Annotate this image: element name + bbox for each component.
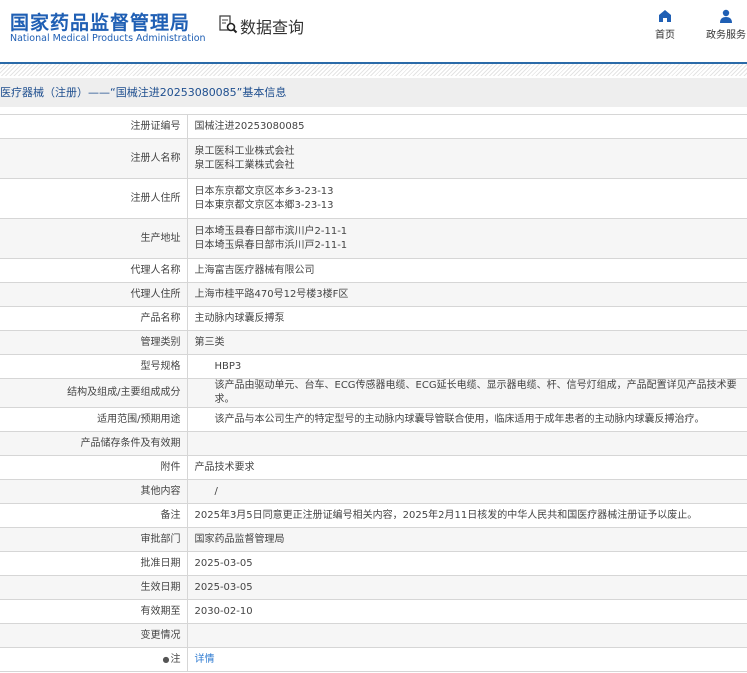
user-icon (720, 9, 732, 23)
value-line: HBP3 (214, 360, 242, 372)
pin-icon: ● (162, 654, 170, 664)
row-value: 国家药品监督管理局 (187, 527, 747, 552)
table-row: 产品名称 主动脉内球囊反搏泵 (0, 306, 747, 331)
row-value: 日本埼玉县春日部市滨川户2-11-1 日本埼玉県春日部市浜川戸2-11-1 (187, 218, 747, 259)
row-value (187, 431, 747, 456)
nav-government-services[interactable]: 政务服务 (706, 9, 746, 41)
row-value (187, 623, 747, 648)
row-label: 其他内容 (0, 479, 188, 504)
details-link[interactable]: 详情 (195, 654, 215, 665)
value-line: 泉工医科工业株式会社 (194, 145, 295, 157)
table-row: 变更情况 (0, 623, 747, 648)
row-label: 管理类别 (0, 330, 188, 355)
table-row: 审批部门 国家药品监督管理局 (0, 527, 747, 552)
row-label: 注册人名称 (0, 138, 188, 179)
value-line: 该产品与本公司生产的特定型号的主动脉内球囊导管联合使用，临床适用于成年患者的主动… (214, 413, 705, 425)
value-line: 该产品由驱动单元、台车、ECG传感器电缆、ECG延长电缆、显示器电缆、杆、信号灯… (214, 380, 737, 405)
document-search-icon (218, 14, 238, 38)
row-label: 注册证编号 (0, 114, 188, 139)
row-value: 产品技术要求 (187, 455, 747, 480)
table-row: 生效日期 2025-03-05 (0, 575, 747, 600)
value-line: 第三类 (194, 336, 225, 348)
row-value: 2025-03-05 (187, 551, 747, 576)
value-line: 2025-03-05 (194, 581, 253, 593)
value-line: 日本东京都文京区本乡3-23-13 (194, 185, 334, 197)
value-line: 上海富吉医疗器械有限公司 (194, 264, 315, 276)
row-value: 该产品由驱动单元、台车、ECG传感器电缆、ECG延长电缆、显示器电缆、杆、信号灯… (187, 378, 747, 408)
logo-subtitle: National Medical Products Administration (10, 33, 206, 44)
row-label: 适用范围/预期用途 (0, 407, 188, 432)
decorative-band (0, 64, 747, 76)
row-value: 上海市桂平路470号12号楼3楼F区 (187, 282, 747, 307)
table-row: 管理类别 第三类 (0, 330, 747, 355)
value-line: 2025-03-05 (194, 557, 253, 569)
table-row: 结构及组成/主要组成成分 该产品由驱动单元、台车、ECG传感器电缆、ECG延长电缆… (0, 378, 747, 408)
row-value: 日本东京都文京区本乡3-23-13 日本東京都文京区本郷3-23-13 (187, 178, 747, 219)
row-value: 泉工医科工业株式会社 泉工医科工業株式会社 (187, 138, 747, 179)
site-header: 国家药品监督管理局 National Medical Products Admi… (0, 0, 747, 64)
value-line: 日本東京都文京区本郷3-23-13 (194, 199, 334, 211)
table-row: 注册人名称 泉工医科工业株式会社 泉工医科工業株式会社 (0, 138, 747, 179)
page-title: 医疗器械（注册）——“国械注进20253080085”基本信息 (0, 78, 747, 107)
row-value: 该产品与本公司生产的特定型号的主动脉内球囊导管联合使用，临床适用于成年患者的主动… (187, 407, 747, 432)
row-value: 2025年3月5日同意更正注册证编号相关内容，2025年2月11日核发的中华人民… (187, 503, 747, 528)
row-value: 主动脉内球囊反搏泵 (187, 306, 747, 331)
table-row: 批准日期 2025-03-05 (0, 551, 747, 576)
row-label: 有效期至 (0, 599, 188, 624)
row-value: 国械注进20253080085 (187, 114, 747, 139)
row-label: ●注 (0, 647, 188, 672)
row-value: / (187, 479, 747, 504)
table-row: 注册证编号 国械注进20253080085 (0, 114, 747, 139)
table-row: 代理人住所 上海市桂平路470号12号楼3楼F区 (0, 282, 747, 307)
table-row: 适用范围/预期用途 该产品与本公司生产的特定型号的主动脉内球囊导管联合使用，临床适… (0, 407, 747, 432)
row-label: 型号规格 (0, 354, 188, 379)
table-row: 其他内容 / (0, 479, 747, 504)
row-label: 备注 (0, 503, 188, 528)
data-query-heading: 数据查询 (218, 14, 304, 38)
value-line: 2030-02-10 (194, 605, 253, 617)
table-row: 生产地址 日本埼玉县春日部市滨川户2-11-1 日本埼玉県春日部市浜川戸2-11-1 (0, 218, 747, 259)
value-line: / (214, 485, 218, 497)
logo-title[interactable]: 国家药品监督管理局 (10, 8, 190, 35)
table-row: 备注 2025年3月5日同意更正注册证编号相关内容，2025年2月11日核发的中华… (0, 503, 747, 528)
value-line: 主动脉内球囊反搏泵 (194, 312, 285, 324)
row-value: 2030-02-10 (187, 599, 747, 624)
row-label: 附件 (0, 455, 188, 480)
row-label: 生产地址 (0, 218, 188, 259)
row-label: 生效日期 (0, 575, 188, 600)
row-label: 代理人名称 (0, 258, 188, 283)
row-label: 批准日期 (0, 551, 188, 576)
row-value: HBP3 (187, 354, 747, 379)
table-row: 有效期至 2030-02-10 (0, 599, 747, 624)
row-label: 审批部门 (0, 527, 188, 552)
home-icon (659, 10, 671, 22)
nav-home[interactable]: 首页 (655, 9, 675, 41)
row-label: 代理人住所 (0, 282, 188, 307)
info-table: 注册证编号 国械注进20253080085 注册人名称 泉工医科工业株式会社 泉工医科工… (0, 114, 747, 672)
row-label: 变更情况 (0, 623, 188, 648)
row-label: 产品储存条件及有效期 (0, 431, 188, 456)
table-row: 代理人名称 上海富吉医疗器械有限公司 (0, 258, 747, 283)
row-value: 2025-03-05 (187, 575, 747, 600)
value-line: 泉工医科工業株式会社 (194, 159, 295, 171)
value-line: 产品技术要求 (194, 461, 255, 473)
row-value: 详情 (187, 647, 747, 672)
value-line: 2025年3月5日同意更正注册证编号相关内容，2025年2月11日核发的中华人民… (194, 509, 698, 521)
value-line: 国械注进20253080085 (194, 120, 305, 132)
row-label: 结构及组成/主要组成成分 (0, 378, 188, 408)
value-line: 国家药品监督管理局 (194, 533, 285, 545)
table-row: 注册人住所 日本东京都文京区本乡3-23-13 日本東京都文京区本郷3-23-13 (0, 178, 747, 219)
row-value: 第三类 (187, 330, 747, 355)
value-line: 上海市桂平路470号12号楼3楼F区 (194, 288, 349, 300)
value-line: 日本埼玉県春日部市浜川戸2-11-1 (194, 239, 348, 251)
row-label: 产品名称 (0, 306, 188, 331)
table-row: ●注 详情 (0, 647, 747, 672)
table-row: 附件 产品技术要求 (0, 455, 747, 480)
row-label: 注册人住所 (0, 178, 188, 219)
value-line: 日本埼玉县春日部市滨川户2-11-1 (194, 225, 348, 237)
table-row: 产品储存条件及有效期 (0, 431, 747, 456)
table-row: 型号规格 HBP3 (0, 354, 747, 379)
row-value: 上海富吉医疗器械有限公司 (187, 258, 747, 283)
